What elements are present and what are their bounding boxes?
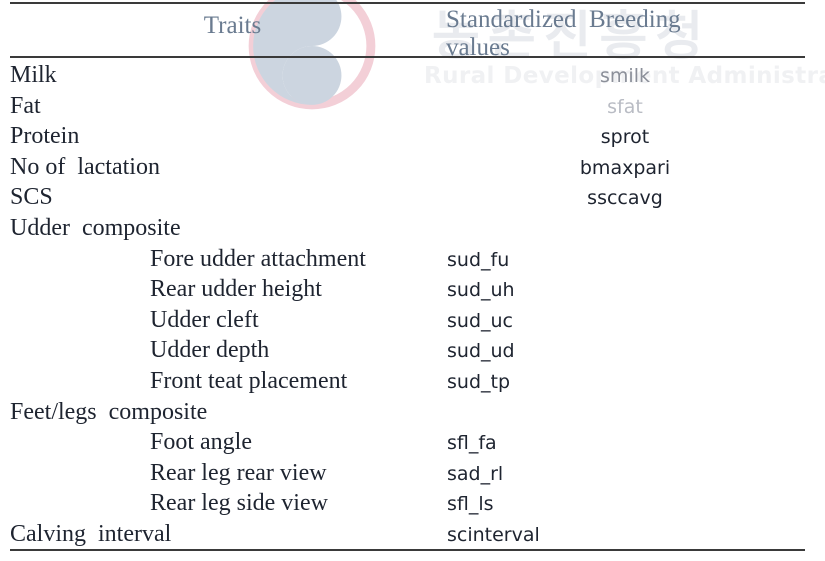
- trait-label: No of lactation: [10, 153, 160, 180]
- breeding-value-code: sud_fu: [447, 248, 510, 271]
- breeding-value-code: sprot: [600, 126, 650, 149]
- trait-label: Calving interval: [10, 521, 172, 547]
- column-header-traits: Traits: [203, 12, 262, 39]
- table-page: 농촌진흥청 Rural Development Administrat Trai…: [0, 0, 825, 561]
- breeding-value-code: smilk: [600, 65, 650, 87]
- trait-label: Rear leg rear view: [150, 459, 327, 486]
- breeding-value-code: sfl_ls: [447, 493, 494, 516]
- trait-label: Rear udder height: [150, 276, 322, 303]
- trait-label: Protein: [10, 123, 80, 150]
- trait-label: Udder composite: [10, 215, 181, 241]
- breeding-value-code: sud_uc: [447, 309, 513, 332]
- trait-label: Rear leg side view: [150, 490, 328, 517]
- traits-table: Traits Standardized Breeding values Milk…: [0, 0, 825, 561]
- table-rule-top: [10, 2, 805, 4]
- trait-label: Fat: [10, 92, 41, 119]
- trait-label: Milk: [10, 62, 57, 88]
- breeding-value-code: sfl_fa: [447, 432, 497, 455]
- breeding-value-code: sud_ud: [447, 340, 515, 363]
- table-rule-bottom: [10, 549, 805, 551]
- column-header-breeding-values: Standardized Breeding values: [446, 6, 681, 61]
- breeding-value-code: sud_tp: [447, 371, 511, 393]
- breeding-value-code: ssccavg: [587, 187, 663, 210]
- breeding-value-code: bmaxpari: [579, 156, 671, 179]
- breeding-value-code: sad_rl: [447, 462, 504, 485]
- trait-label: Feet/legs composite: [10, 398, 208, 425]
- trait-label: Udder cleft: [150, 306, 259, 333]
- breeding-value-code: sud_uh: [447, 279, 515, 302]
- trait-label: Fore udder attachment: [150, 245, 366, 272]
- trait-label: Front teat placement: [150, 368, 348, 394]
- trait-label: Foot angle: [150, 429, 252, 456]
- trait-label: Udder depth: [150, 337, 270, 364]
- breeding-value-code: scinterval: [447, 524, 540, 546]
- trait-label: SCS: [10, 184, 53, 211]
- breeding-value-code: sfat: [607, 95, 643, 118]
